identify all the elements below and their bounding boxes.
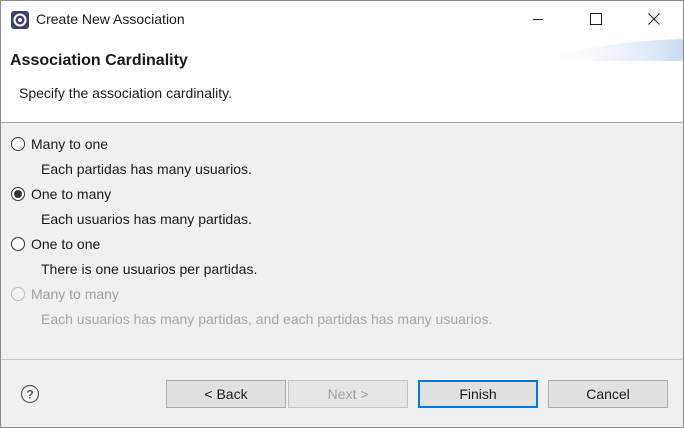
title-bar: Create New Association — [1, 1, 683, 39]
header-banner-graphic — [533, 39, 683, 61]
maximize-button[interactable] — [567, 1, 625, 39]
help-icon[interactable]: ? — [20, 384, 40, 404]
option-description: Each partidas has many usuarios. — [41, 161, 252, 177]
radio-button-selected[interactable] — [11, 187, 25, 201]
finish-button[interactable]: Finish — [418, 380, 538, 408]
close-icon — [648, 12, 660, 28]
window-title: Create New Association — [36, 11, 185, 27]
radio-button[interactable] — [11, 237, 25, 251]
maximize-icon — [590, 12, 602, 28]
eclipse-app-icon — [10, 10, 30, 30]
svg-text:?: ? — [26, 388, 33, 402]
radio-many-to-many: Many to many — [11, 284, 119, 304]
radio-button[interactable] — [11, 137, 25, 151]
minimize-icon — [532, 12, 544, 28]
radio-button-disabled — [11, 287, 25, 301]
radio-label: Many to one — [31, 136, 109, 152]
cancel-button[interactable]: Cancel — [548, 380, 668, 408]
dialog-window: Create New Association Association Cardi… — [0, 0, 684, 428]
radio-one-to-many[interactable]: One to many — [11, 184, 111, 204]
radio-label: Many to many — [31, 286, 119, 302]
radio-many-to-one[interactable]: Many to one — [11, 134, 108, 154]
page-description: Specify the association cardinality. — [19, 85, 232, 101]
close-button[interactable] — [625, 1, 683, 39]
option-description: Each usuarios has many partidas, and eac… — [41, 311, 493, 327]
next-button: Next > — [288, 380, 408, 408]
minimize-button[interactable] — [509, 1, 567, 39]
radio-label: One to one — [31, 236, 101, 252]
back-button[interactable]: < Back — [166, 380, 286, 408]
option-description: There is one usuarios per partidas. — [41, 261, 258, 277]
wizard-header: Association Cardinality Specify the asso… — [1, 39, 683, 123]
option-description: Each usuarios has many partidas. — [41, 211, 252, 227]
cardinality-options: Many to one Each partidas has many usuar… — [1, 123, 683, 360]
radio-one-to-one[interactable]: One to one — [11, 234, 100, 254]
page-title: Association Cardinality — [10, 52, 188, 69]
radio-label: One to many — [31, 186, 112, 202]
